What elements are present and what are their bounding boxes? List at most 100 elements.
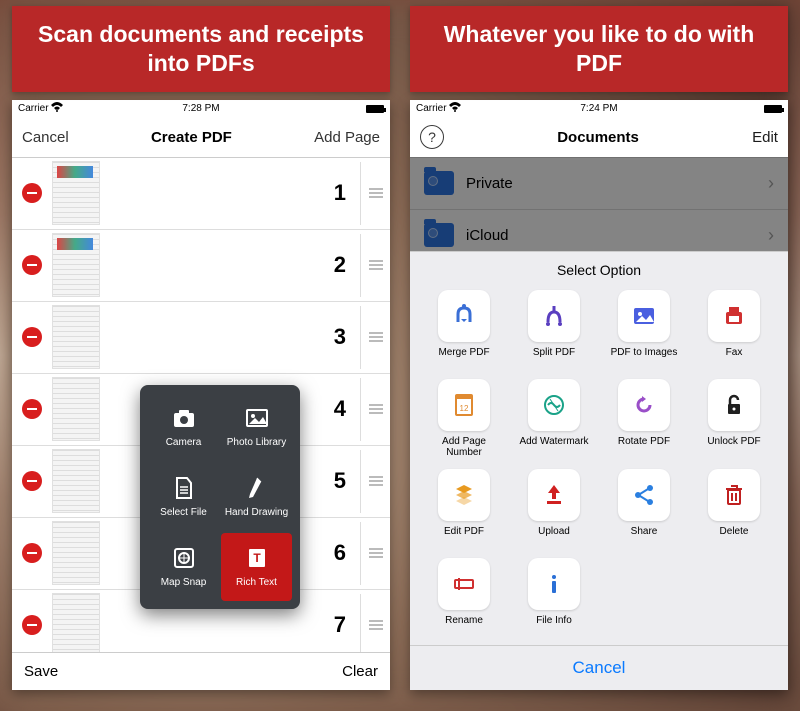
left-panel: Scan documents and receipts into PDFs Ca… <box>12 0 390 690</box>
folder-name: Private <box>466 175 756 192</box>
wifi-icon <box>449 102 461 115</box>
option-merge[interactable]: Merge PDF <box>424 290 504 369</box>
delete-page-button[interactable] <box>22 615 42 635</box>
svg-text:T: T <box>253 551 261 565</box>
option-label: Add Watermark <box>519 436 588 458</box>
drag-handle-icon[interactable] <box>360 378 390 441</box>
option-label: Rename <box>445 615 483 637</box>
rotate-icon <box>618 379 670 431</box>
merge-icon <box>438 290 490 342</box>
delete-page-button[interactable] <box>22 255 42 275</box>
page-row[interactable]: 1 <box>12 158 390 230</box>
option-img[interactable]: PDF to Images <box>604 290 684 369</box>
delete-page-button[interactable] <box>22 471 42 491</box>
status-bar: Carrier 7:24 PM <box>410 100 788 118</box>
delete-page-button[interactable] <box>22 327 42 347</box>
option-delete[interactable]: Delete <box>694 469 774 548</box>
edit-icon <box>438 469 490 521</box>
drag-handle-icon[interactable] <box>360 522 390 585</box>
battery-icon <box>366 105 384 113</box>
drag-handle-icon[interactable] <box>360 450 390 513</box>
nav-bar: Cancel Create PDF Add Page <box>12 118 390 158</box>
page-thumbnail[interactable] <box>52 161 100 225</box>
popup-option-photo[interactable]: Photo Library <box>221 393 292 461</box>
watermark-icon <box>528 379 580 431</box>
nav-title: Create PDF <box>151 129 232 146</box>
pagenum-icon: 12 <box>438 379 490 431</box>
add-page-button[interactable]: Add Page <box>314 129 380 146</box>
rename-icon <box>438 558 490 610</box>
help-icon[interactable]: ? <box>420 125 444 149</box>
option-fax[interactable]: Fax <box>694 290 774 369</box>
svg-text:12: 12 <box>460 404 469 413</box>
nav-bar: ? Documents Edit <box>410 118 788 158</box>
delete-page-button[interactable] <box>22 399 42 419</box>
popup-option-camera[interactable]: Camera <box>148 393 219 461</box>
option-label: Split PDF <box>533 347 575 369</box>
clear-button[interactable]: Clear <box>342 663 378 680</box>
status-bar: Carrier 7:28 PM <box>12 100 390 118</box>
option-split[interactable]: Split PDF <box>514 290 594 369</box>
left-phone: Carrier 7:28 PM Cancel Create PDF Add Pa… <box>12 100 390 690</box>
option-rename[interactable]: Rename <box>424 558 504 637</box>
option-label: Edit PDF <box>444 526 484 548</box>
option-edit[interactable]: Edit PDF <box>424 469 504 548</box>
left-banner: Scan documents and receipts into PDFs <box>12 6 390 92</box>
drag-handle-icon[interactable] <box>360 234 390 297</box>
upload-icon <box>528 469 580 521</box>
unlock-icon <box>708 379 760 431</box>
option-info[interactable]: File Info <box>514 558 594 637</box>
delete-page-button[interactable] <box>22 543 42 563</box>
page-thumbnail[interactable] <box>52 377 100 441</box>
drag-handle-icon[interactable] <box>360 594 390 652</box>
status-time: 7:28 PM <box>182 103 219 114</box>
option-pagenum[interactable]: 12Add Page Number <box>424 379 504 459</box>
save-button[interactable]: Save <box>24 663 58 680</box>
page-number: 3 <box>110 324 360 350</box>
drag-handle-icon[interactable] <box>360 306 390 369</box>
option-label: PDF to Images <box>611 347 678 369</box>
popup-option-label: Map Snap <box>161 577 207 588</box>
option-watermark[interactable]: Add Watermark <box>514 379 594 459</box>
option-label: Rotate PDF <box>618 436 670 458</box>
page-number: 2 <box>110 252 360 278</box>
option-upload[interactable]: Upload <box>514 469 594 548</box>
action-sheet: Select Option Merge PDFSplit PDFPDF to I… <box>410 251 788 690</box>
page-thumbnail[interactable] <box>52 233 100 297</box>
page-thumbnail[interactable] <box>52 449 100 513</box>
page-thumbnail[interactable] <box>52 521 100 585</box>
option-grid: Merge PDFSplit PDFPDF to ImagesFax12Add … <box>410 286 788 645</box>
popup-option-map[interactable]: Map Snap <box>148 533 219 601</box>
option-share[interactable]: Share <box>604 469 684 548</box>
carrier-label: Carrier <box>18 103 49 114</box>
wifi-icon <box>51 102 63 115</box>
page-thumbnail[interactable] <box>52 593 100 652</box>
sheet-cancel-button[interactable]: Cancel <box>410 645 788 690</box>
popup-option-file[interactable]: Select File <box>148 463 219 531</box>
delete-page-button[interactable] <box>22 183 42 203</box>
option-label: Unlock PDF <box>707 436 760 458</box>
option-rotate[interactable]: Rotate PDF <box>604 379 684 459</box>
popup-option-label: Photo Library <box>227 437 286 448</box>
page-row[interactable]: 2 <box>12 230 390 302</box>
popup-option-label: Rich Text <box>236 577 277 588</box>
page-number: 1 <box>110 180 360 206</box>
option-label: Delete <box>720 526 749 548</box>
right-phone: Carrier 7:24 PM ? Documents Edit Private… <box>410 100 788 690</box>
page-row[interactable]: 3 <box>12 302 390 374</box>
folder-row[interactable]: Private› <box>410 158 788 210</box>
page-thumbnail[interactable] <box>52 305 100 369</box>
popup-option-richtext[interactable]: T Rich Text <box>221 533 292 601</box>
popup-option-pen[interactable]: Hand Drawing <box>221 463 292 531</box>
popup-option-label: Camera <box>166 437 202 448</box>
option-label: Fax <box>726 347 743 369</box>
option-unlock[interactable]: Unlock PDF <box>694 379 774 459</box>
share-icon <box>618 469 670 521</box>
split-icon <box>528 290 580 342</box>
drag-handle-icon[interactable] <box>360 162 390 225</box>
popup-option-label: Hand Drawing <box>225 507 288 518</box>
option-label: File Info <box>536 615 572 637</box>
edit-button[interactable]: Edit <box>752 129 778 146</box>
cancel-button[interactable]: Cancel <box>22 129 69 146</box>
option-label: Merge PDF <box>438 347 489 369</box>
